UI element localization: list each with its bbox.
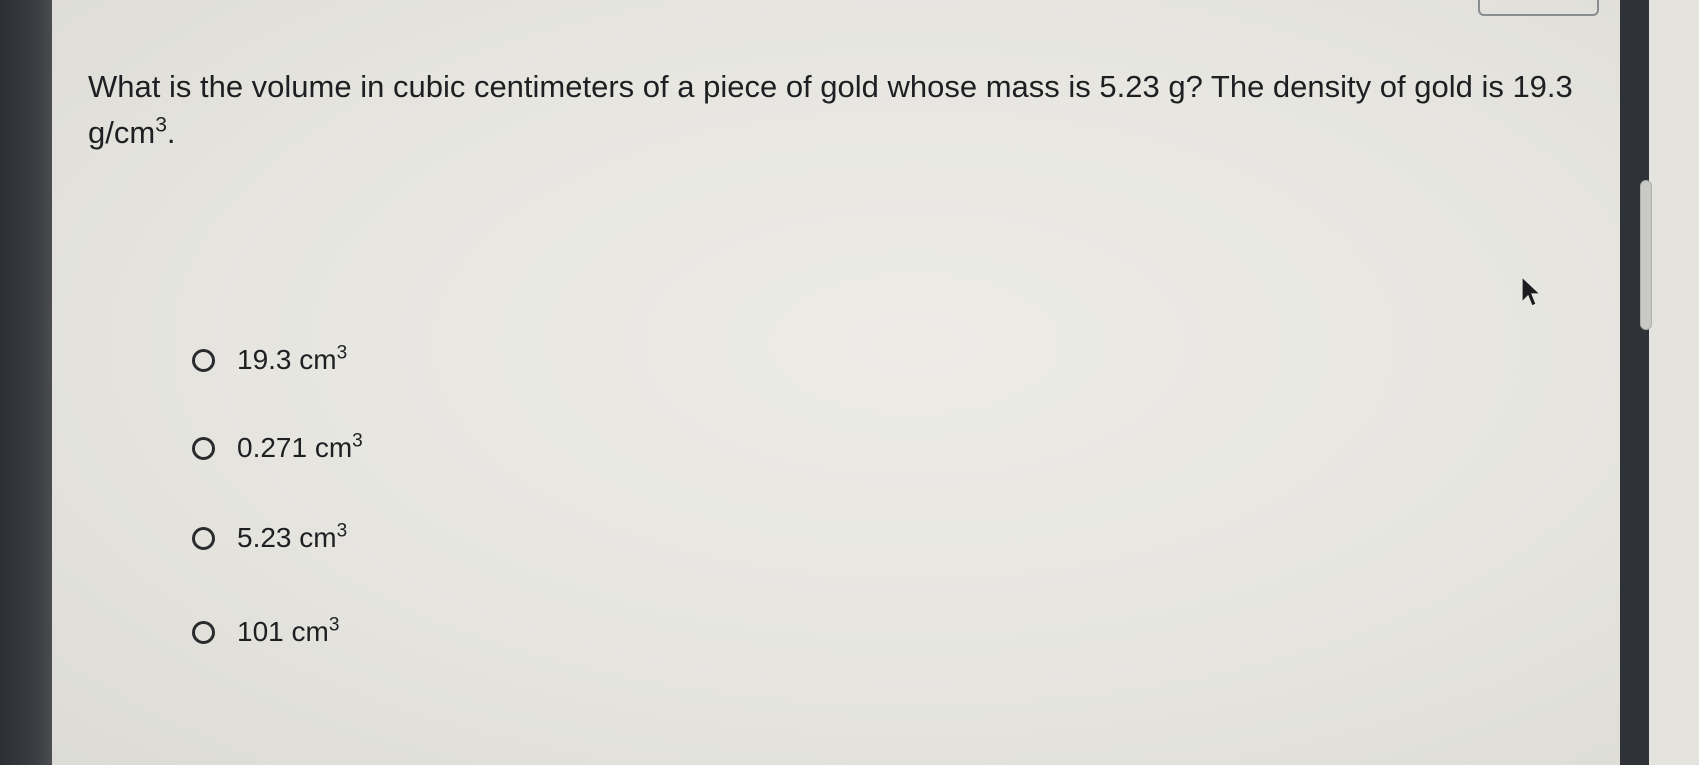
- option-value: 0.271 cm: [237, 432, 353, 463]
- option-superscript: 3: [336, 520, 348, 542]
- answer-option-label: 0.271 cm3: [237, 432, 363, 464]
- answer-option[interactable]: 5.23 cm3: [192, 518, 347, 558]
- answer-option[interactable]: 101 cm3: [192, 612, 339, 652]
- answer-option[interactable]: 19.3 cm3: [192, 340, 347, 380]
- option-value: 19.3 cm: [237, 344, 337, 375]
- scrollbar-thumb[interactable]: [1640, 180, 1652, 330]
- radio-unselected-icon[interactable]: [192, 526, 215, 550]
- adjacent-screen-edge: [1649, 0, 1699, 765]
- option-superscript: 3: [336, 342, 348, 364]
- answer-option-label: 101 cm3: [237, 616, 339, 648]
- question-end: .: [166, 115, 176, 150]
- answer-option-label: 19.3 cm3: [237, 344, 347, 376]
- option-value: 101 cm: [237, 616, 329, 647]
- answer-option-label: 5.23 cm3: [237, 522, 347, 554]
- option-value: 5.23 cm: [237, 522, 337, 553]
- top-right-button[interactable]: [1478, 0, 1599, 16]
- option-superscript: 3: [328, 614, 340, 636]
- mouse-pointer-icon: [1521, 276, 1542, 307]
- photo-frame: What is the volume in cubic centimeters …: [0, 0, 1699, 765]
- radio-unselected-icon[interactable]: [192, 620, 215, 644]
- option-superscript: 3: [352, 430, 363, 452]
- question-text: What is the volume in cubic centimeters …: [88, 64, 1608, 156]
- monitor-bezel-left: [0, 0, 52, 765]
- question-body: What is the volume in cubic centimeters …: [88, 69, 1573, 150]
- question-superscript: 3: [155, 113, 167, 137]
- answer-option[interactable]: 0.271 cm3: [192, 428, 363, 468]
- radio-unselected-icon[interactable]: [192, 348, 215, 372]
- radio-unselected-icon[interactable]: [192, 436, 215, 460]
